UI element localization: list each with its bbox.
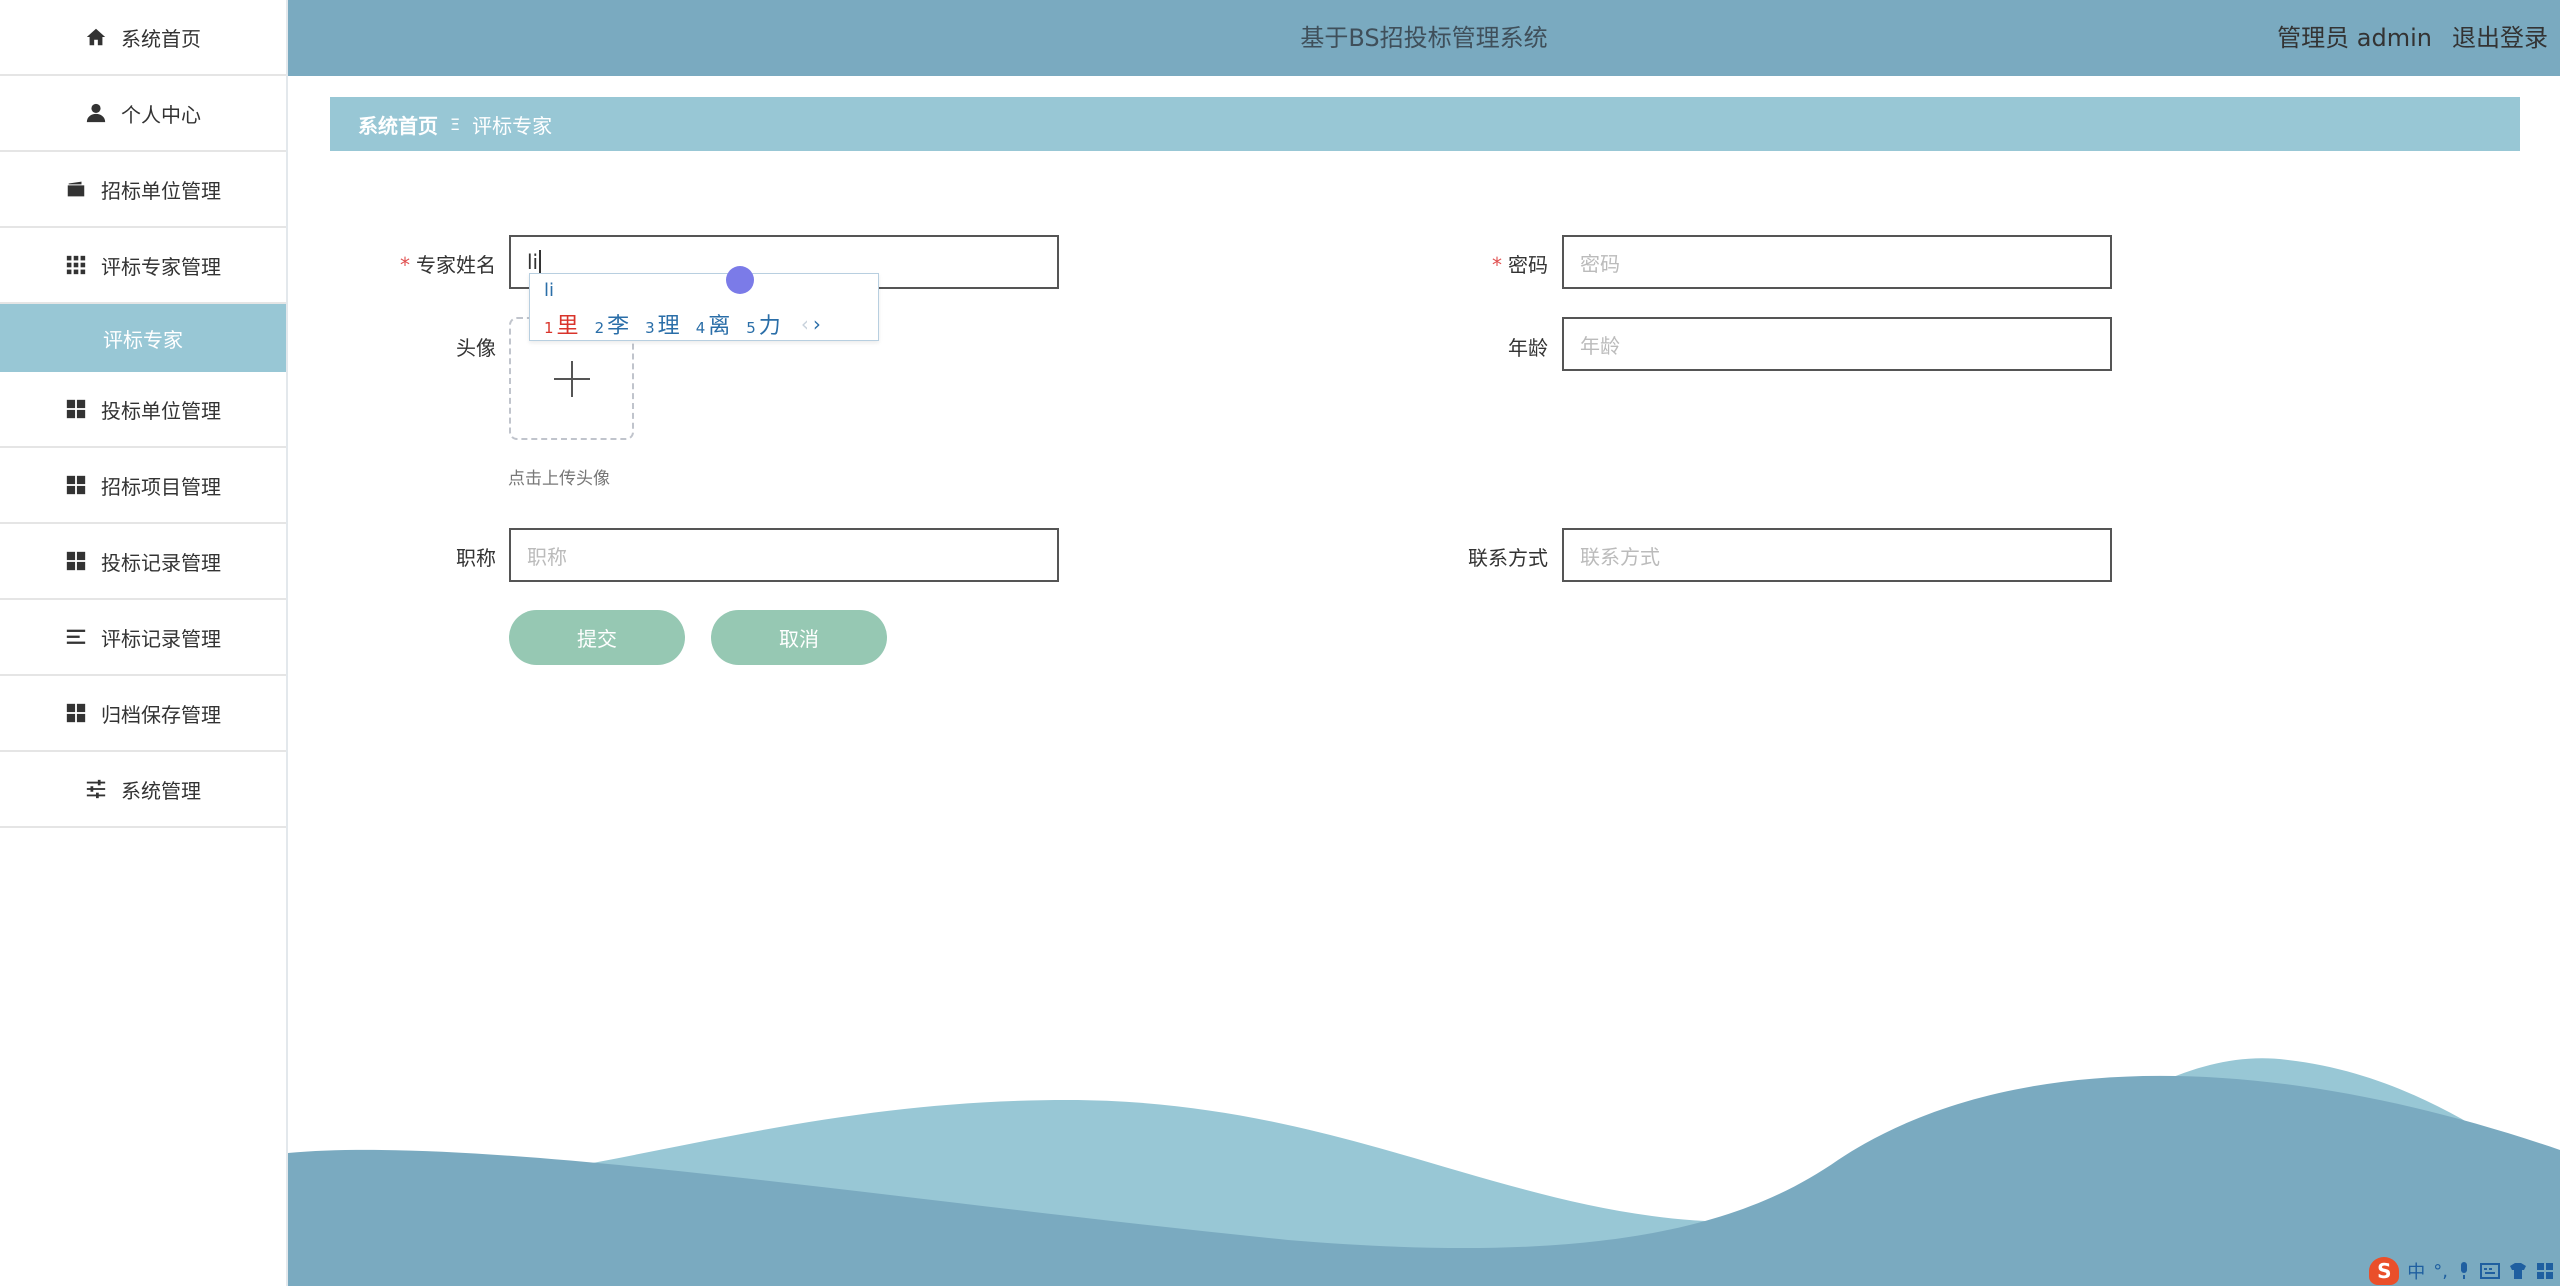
- ime-language-toggle[interactable]: 中: [2407, 1258, 2425, 1284]
- sidebar-item-label: 投标记录管理: [101, 550, 221, 575]
- breadcrumb: 系统首页 Ξ 评标专家: [330, 97, 2520, 151]
- current-user: 管理员 admin: [2277, 23, 2432, 52]
- ime-toolbar: S 中 °,: [2334, 1256, 2560, 1286]
- cancel-button[interactable]: 取消: [711, 610, 887, 665]
- expert-name-value: li: [527, 250, 539, 274]
- sidebar-item-label: 招标项目管理: [101, 474, 221, 499]
- sidebar-item-label: 系统管理: [121, 778, 201, 803]
- app-title: 基于BS招投标管理系统: [1300, 23, 1548, 52]
- ime-punctuation-toggle[interactable]: °,: [2433, 1261, 2448, 1282]
- sidebar-item-profile[interactable]: 个人中心: [0, 76, 286, 152]
- grid-icon: [65, 254, 87, 276]
- sidebar-item-system[interactable]: 系统管理: [0, 752, 286, 828]
- ime-next-page[interactable]: ›: [813, 312, 821, 336]
- sidebar-item-archive[interactable]: 归档保存管理: [0, 676, 286, 752]
- keyboard-icon[interactable]: [2480, 1262, 2500, 1280]
- sidebar-subitem-expert[interactable]: 评标专家: [0, 304, 286, 372]
- top-header: 基于BS招投标管理系统 管理员 admin 退出登录: [288, 0, 2560, 76]
- sidebar-item-bidder-units[interactable]: 投标单位管理: [0, 372, 286, 448]
- ime-prev-page[interactable]: ‹: [801, 312, 809, 336]
- list-icon: [65, 626, 87, 648]
- plus-icon: [553, 360, 590, 397]
- home-icon: [85, 26, 107, 48]
- sliders-icon: [85, 778, 107, 800]
- ime-pinyin: li: [544, 280, 555, 301]
- ime-candidate[interactable]: 2李: [595, 308, 630, 340]
- breadcrumb-separator: Ξ: [450, 114, 461, 134]
- contact-input[interactable]: 联系方式: [1562, 528, 2112, 582]
- age-label: 年龄: [1508, 336, 1548, 360]
- ime-candidate[interactable]: 4离: [696, 308, 731, 340]
- microphone-icon[interactable]: [2456, 1261, 2472, 1281]
- sidebar-item-projects[interactable]: 招标项目管理: [0, 448, 286, 524]
- sidebar-item-bid-records[interactable]: 投标记录管理: [0, 524, 286, 600]
- breadcrumb-current: 评标专家: [472, 113, 553, 138]
- sidebar-item-label: 个人中心: [121, 102, 201, 127]
- sidebar: 系统首页 个人中心 招标单位管理 评标专家管理 评标专家 投标单位管理 招标项目…: [0, 0, 288, 1286]
- sidebar-item-label: 评标记录管理: [101, 626, 221, 651]
- apps-icon: [65, 550, 87, 572]
- job-title-label: 职称: [456, 546, 496, 570]
- apps-icon: [65, 474, 87, 496]
- age-input[interactable]: 年龄: [1562, 317, 2112, 371]
- wallet-icon: [65, 178, 87, 200]
- sidebar-item-label: 系统首页: [121, 26, 201, 51]
- decorative-waves: [288, 1058, 2560, 1286]
- avatar-label: 头像: [456, 336, 496, 360]
- expert-name-label: * 专家姓名: [400, 253, 496, 277]
- sidebar-item-label: 投标单位管理: [101, 398, 221, 423]
- ime-candidate[interactable]: 1里: [544, 308, 579, 340]
- password-label: * 密码: [1492, 253, 1548, 277]
- breadcrumb-home[interactable]: 系统首页: [358, 110, 438, 139]
- toolbox-icon[interactable]: [2536, 1262, 2554, 1280]
- job-title-input[interactable]: 职称: [509, 528, 1059, 582]
- logout-link[interactable]: 退出登录: [2452, 0, 2548, 70]
- sidebar-item-label: 招标单位管理: [101, 178, 221, 203]
- sidebar-item-evaluation-records[interactable]: 评标记录管理: [0, 600, 286, 676]
- sidebar-item-home[interactable]: 系统首页: [0, 0, 286, 76]
- sidebar-item-label: 评标专家管理: [101, 254, 221, 279]
- ime-candidate-popup: li 1里 2李 3理 4离 5力 ‹ ›: [529, 266, 879, 341]
- submit-button[interactable]: 提交: [509, 610, 685, 665]
- sidebar-item-tender-units[interactable]: 招标单位管理: [0, 152, 286, 228]
- ime-indicator-dot: [726, 266, 754, 294]
- sidebar-item-label: 归档保存管理: [101, 702, 221, 727]
- ime-candidate[interactable]: 5力: [746, 308, 781, 340]
- password-input[interactable]: 密码: [1562, 235, 2112, 289]
- user-icon: [85, 102, 107, 124]
- ime-candidate[interactable]: 3理: [645, 308, 680, 340]
- contact-label: 联系方式: [1468, 546, 1548, 570]
- upload-tip: 点击上传头像: [508, 469, 610, 489]
- skin-icon[interactable]: [2508, 1262, 2528, 1280]
- text-caret: [539, 250, 542, 274]
- apps-icon: [65, 702, 87, 724]
- sogou-logo-icon[interactable]: S: [2369, 1257, 2400, 1285]
- sidebar-item-experts[interactable]: 评标专家管理: [0, 228, 286, 304]
- apps-icon: [65, 398, 87, 420]
- ime-candidates: 1里 2李 3理 4离 5力 ‹ ›: [544, 308, 821, 340]
